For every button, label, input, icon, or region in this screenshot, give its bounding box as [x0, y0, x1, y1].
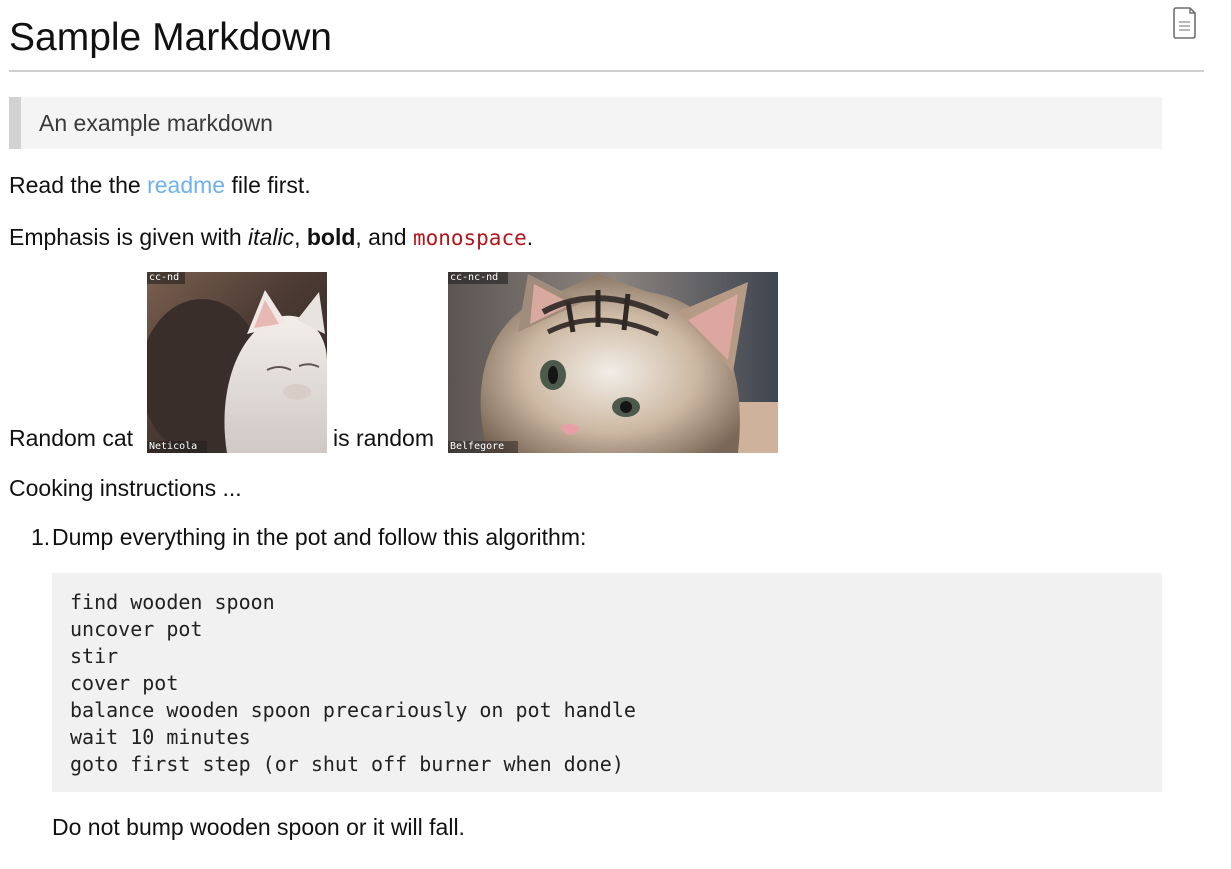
readme-paragraph: Read the the readme file first.: [9, 170, 311, 200]
code-line: balance wooden spoon precariously on pot…: [70, 698, 636, 722]
document-icon[interactable]: [1172, 6, 1198, 40]
emphasis-separator: , and: [355, 224, 413, 250]
images-paragraph: Random cat cc-nd Neticola is random cc-n…: [9, 272, 809, 454]
code-line: cover pot: [70, 671, 179, 695]
is-random-label: is random: [333, 425, 434, 451]
title-bar: Sample Markdown: [9, 0, 1204, 72]
bold-text: bold: [306, 224, 356, 250]
page-title: Sample Markdown: [9, 16, 332, 59]
cat-image-1: cc-nd Neticola: [147, 272, 327, 453]
list-item: 1.Dump everything in the pot and follow …: [31, 522, 586, 552]
random-cat-label: Random cat: [9, 425, 134, 451]
emphasis-separator: ,: [294, 224, 307, 250]
readme-link[interactable]: readme: [147, 172, 225, 198]
monospace-text: monospace: [412, 226, 527, 250]
code-line: stir: [70, 644, 119, 668]
emphasis-paragraph: Emphasis is given with italic, bold, and…: [9, 222, 533, 253]
code-line: goto first step (or shut off burner when…: [70, 752, 624, 776]
image-license-label: cc-nd: [149, 272, 180, 283]
cooking-intro: Cooking instructions ...: [9, 475, 242, 501]
readme-text-after: file first.: [225, 172, 311, 198]
markdown-preview: Sample Markdown An example markdown Read…: [9, 0, 1204, 840]
italic-text: italic: [248, 224, 295, 250]
blockquote: An example markdown: [9, 97, 1162, 149]
code-line: wait 10 minutes: [70, 725, 251, 749]
code-line: uncover pot: [70, 617, 203, 641]
emphasis-prefix: Emphasis is given with: [9, 224, 249, 250]
code-line: find wooden spoon: [70, 590, 275, 614]
code-block: find wooden spoon uncover pot stir cover…: [52, 573, 1162, 792]
ordered-list: 1.Dump everything in the pot and follow …: [31, 522, 586, 552]
cat-image-2: cc-nc-nd Belfegore: [448, 272, 778, 453]
image-license-label: cc-nc-nd: [450, 272, 499, 283]
list-item-number: 1.: [31, 524, 51, 550]
readme-text-before: Read the the: [9, 172, 148, 198]
image-credit-label: Neticola: [149, 441, 198, 452]
emphasis-end: .: [526, 224, 534, 250]
list-item-text: Dump everything in the pot and follow th…: [52, 524, 587, 550]
list-item-note: Do not bump wooden spoon or it will fall…: [52, 814, 465, 840]
image-credit-label: Belfegore: [450, 441, 505, 452]
